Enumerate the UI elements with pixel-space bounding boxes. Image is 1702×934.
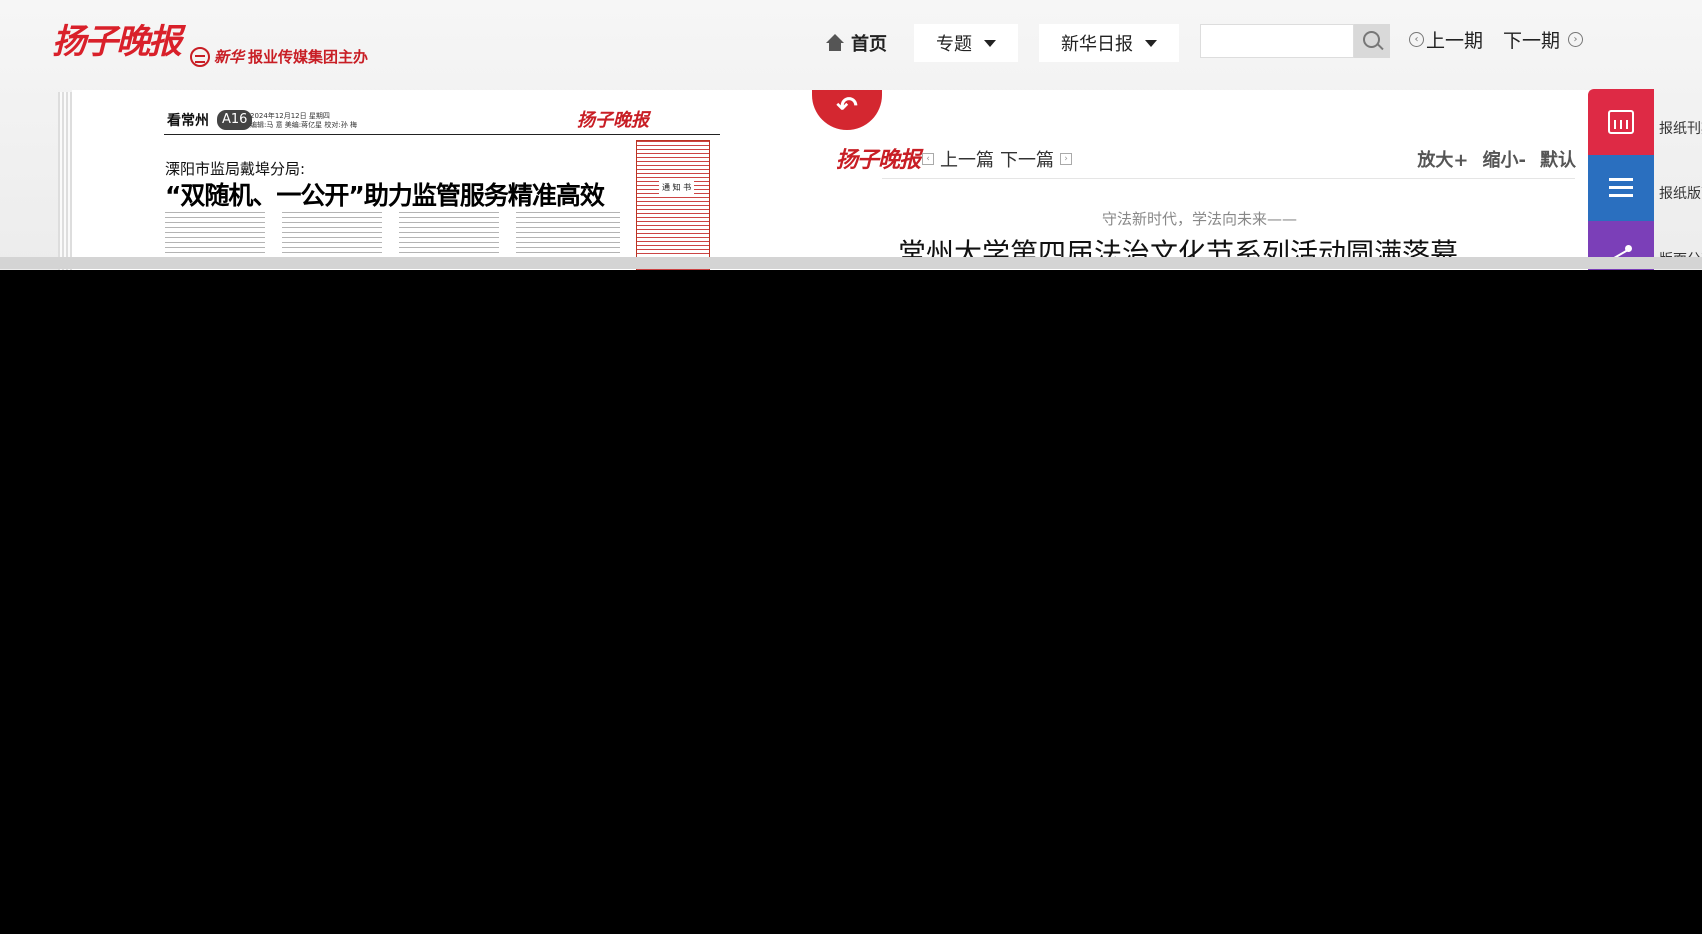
home-label: 首页 xyxy=(851,34,887,55)
sponsor-text: 报业传媒集团主办 xyxy=(248,48,369,66)
sponsor-line: 新华 报业传媒集团主办 xyxy=(190,46,368,67)
page-editors: 编辑:马 意 美编:蒋亿星 校对:孙 梅 xyxy=(250,121,357,129)
article-kicker: 守法新时代，学法向未来—— xyxy=(1101,210,1297,228)
page-viewport: 扬子晚报 新华 报业传媒集团主办 首页 专题 新华日报 ‹ 上一期 下一期 › … xyxy=(0,0,1702,270)
issue-calendar-button[interactable] xyxy=(1588,89,1654,155)
chevron-right-icon: › xyxy=(1568,32,1584,47)
page-number-badge: A16 xyxy=(217,110,253,130)
page-divider xyxy=(164,134,720,135)
page-headline[interactable]: “双随机、一公开”助力监管服务精准高效 xyxy=(165,176,605,212)
prev-issue-label: 上一期 xyxy=(1426,30,1484,52)
page-dateline: 2024年12月12日 星期四 编辑:马 意 美编:蒋亿星 校对:孙 梅 xyxy=(250,112,357,130)
chevron-right-icon: › xyxy=(1060,153,1072,165)
site-logo[interactable]: 扬子晚报 xyxy=(52,14,182,63)
return-arrow-icon: ↶ xyxy=(836,92,858,122)
back-button[interactable]: ↶ xyxy=(812,90,882,130)
next-issue-link[interactable]: 下一期 › xyxy=(1503,26,1584,53)
sponsor-mark: 新华 xyxy=(214,48,245,66)
newspaper-page[interactable]: 看常州 A16 2024年12月12日 星期四 编辑:马 意 美编:蒋亿星 校对… xyxy=(72,90,810,270)
font-size-tools: 放大+ 缩小- 默认 xyxy=(1417,146,1576,172)
page-logo: 扬子晚报 xyxy=(577,110,649,131)
search-box xyxy=(1200,24,1390,58)
prev-issue-link[interactable]: ‹ 上一期 xyxy=(1409,26,1483,53)
search-icon[interactable] xyxy=(1354,24,1390,58)
topics-label: 专题 xyxy=(936,34,972,55)
xinhua-logo-icon xyxy=(190,46,210,67)
zoom-in-button[interactable]: 放大+ xyxy=(1417,146,1468,172)
article-logo: 扬子晚报 xyxy=(836,147,921,173)
home-link[interactable]: 首页 xyxy=(825,24,887,62)
next-article-link[interactable]: 下一篇 xyxy=(1000,146,1054,172)
chevron-down-icon xyxy=(1145,39,1157,47)
search-input[interactable] xyxy=(1200,24,1354,58)
notice-title: 通 知 书 xyxy=(659,181,695,194)
xinhua-label: 新华日报 xyxy=(1061,34,1133,55)
next-issue-label: 下一期 xyxy=(1503,30,1561,52)
sidebar-label-issues[interactable]: 报纸刊期 xyxy=(1659,118,1702,138)
notice-ad[interactable]: 通 知 书 xyxy=(636,140,710,270)
topics-dropdown[interactable]: 专题 xyxy=(914,24,1018,62)
horizontal-scrollbar[interactable] xyxy=(0,257,1702,269)
zoom-out-button[interactable]: 缩小- xyxy=(1483,146,1526,172)
chevron-left-icon: ‹ xyxy=(922,153,934,165)
page-list-button[interactable] xyxy=(1588,155,1654,221)
page-section: 看常州 xyxy=(167,113,209,129)
article-divider xyxy=(882,178,1575,179)
xinhua-dropdown[interactable]: 新华日报 xyxy=(1039,24,1179,62)
default-size-button[interactable]: 默认 xyxy=(1540,146,1576,172)
article-panel: ↶ 扬子晚报 ‹ 上一篇 下一篇 › 放大+ 缩小- 默认 守法新时代，学法向未… xyxy=(810,90,1589,270)
chevron-down-icon xyxy=(984,39,996,47)
chevron-left-icon: ‹ xyxy=(1409,32,1424,47)
page-date: 2024年12月12日 星期四 xyxy=(250,112,330,120)
article-nav: ‹ 上一篇 下一篇 › xyxy=(922,146,1072,172)
list-icon xyxy=(1609,178,1633,198)
prev-article-link[interactable]: 上一篇 xyxy=(940,146,994,172)
sidebar-label-pages[interactable]: 报纸版面 xyxy=(1659,183,1702,203)
home-icon xyxy=(825,34,845,52)
calendar-icon xyxy=(1608,110,1634,134)
